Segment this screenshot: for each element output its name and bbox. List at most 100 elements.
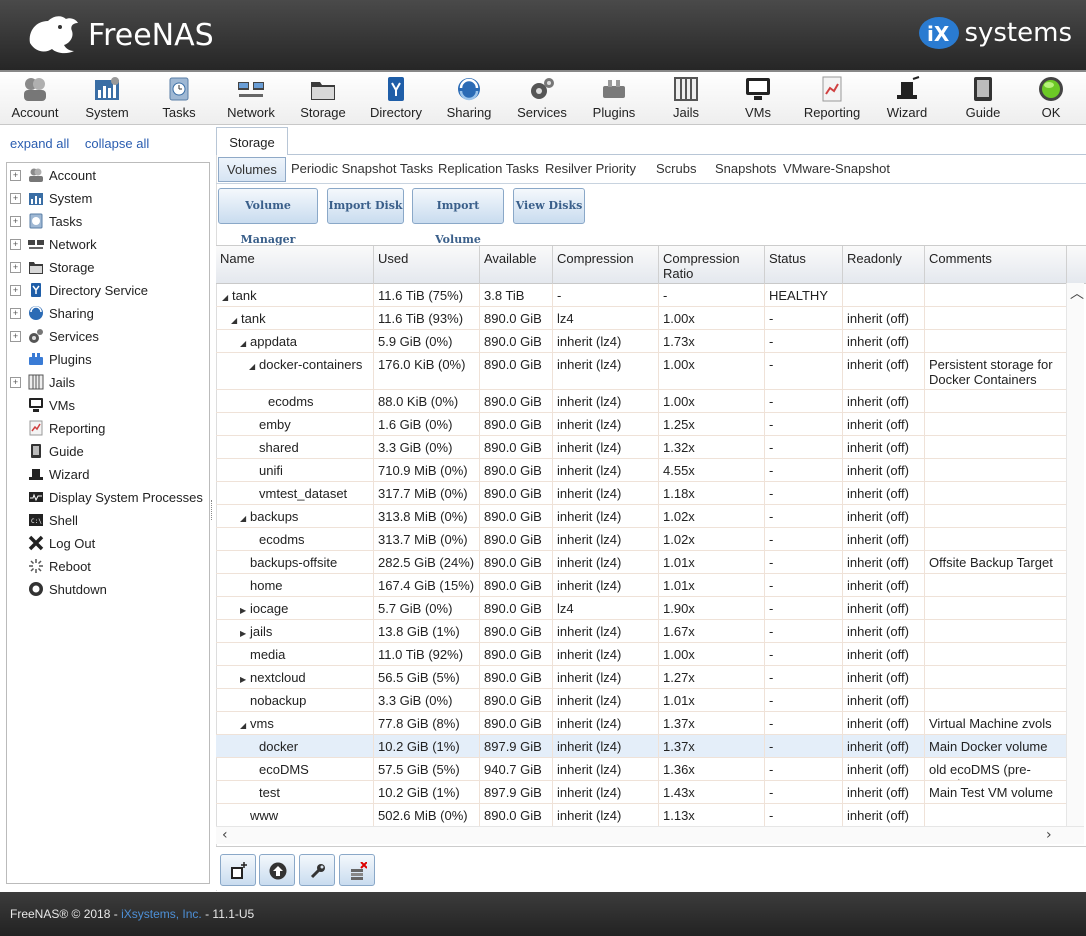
table-row[interactable]: ◢ tank 11.6 TiB (93%) 890.0 GiB lz4 1.00x - inh… xyxy=(216,307,1067,330)
tree-item-network[interactable]: + Network xyxy=(7,234,97,254)
table-row[interactable]: ▶ iocage 5.7 GiB (0%) 890.0 GiB lz4 1.90x - inh… xyxy=(216,597,1067,620)
column-header-used[interactable]: Used xyxy=(374,246,480,284)
table-row[interactable]: vmtest_dataset 317.7 MiB (0%) 890.0 GiB inh… xyxy=(216,482,1067,505)
tree-item-jails[interactable]: + Jails xyxy=(7,372,75,392)
panel-splitter[interactable] xyxy=(211,500,213,520)
create-dataset-button[interactable] xyxy=(220,854,256,886)
table-row[interactable]: shared 3.3 GiB (0%) 890.0 GiB inherit (lz4)… xyxy=(216,436,1067,459)
toolbar-wizard[interactable]: Wizard xyxy=(872,76,942,124)
expand-arrow-icon[interactable]: ▶ xyxy=(240,672,250,687)
tree-item-shell[interactable]: C:\ Shell xyxy=(7,510,78,530)
tree-item-wizard[interactable]: Wizard xyxy=(7,464,89,484)
collapse-all-link[interactable]: collapse all xyxy=(85,136,149,151)
toolbar-status-ok[interactable]: OK xyxy=(1016,76,1086,124)
tree-item-reboot[interactable]: Reboot xyxy=(7,556,91,576)
column-header-compression-ratio[interactable]: Compression Ratio xyxy=(659,246,765,284)
toolbar-directory[interactable]: Directory xyxy=(361,76,431,124)
tab-storage[interactable]: Storage xyxy=(216,127,288,155)
tree-item-plugins[interactable]: Plugins xyxy=(7,349,92,369)
collapse-arrow-icon[interactable]: ◢ xyxy=(231,313,241,328)
tree-item-log-out[interactable]: Log Out xyxy=(7,533,95,553)
column-header-name[interactable]: Name xyxy=(216,246,374,284)
toolbar-guide[interactable]: Guide xyxy=(948,76,1018,124)
scroll-up-icon[interactable]: ︿ xyxy=(1070,283,1084,303)
expand-arrow-icon[interactable]: ▶ xyxy=(240,603,250,618)
table-row[interactable]: unifi 710.9 MiB (0%) 890.0 GiB inherit (lz4… xyxy=(216,459,1067,482)
column-header-available[interactable]: Available xyxy=(480,246,553,284)
table-row[interactable]: ◢ tank 11.6 TiB (75%) 3.8 TiB - - HEALTHY xyxy=(216,284,1067,307)
tree-item-vms[interactable]: VMs xyxy=(7,395,75,415)
toolbar-jails[interactable]: Jails xyxy=(651,76,721,124)
expand-arrow-icon[interactable]: ▶ xyxy=(240,626,250,641)
column-header-comments[interactable]: Comments xyxy=(925,246,1067,284)
toolbar-account[interactable]: Account xyxy=(0,76,70,124)
collapse-arrow-icon[interactable]: ◢ xyxy=(240,511,250,526)
table-row[interactable]: ecodms 88.0 KiB (0%) 890.0 GiB inherit (lz4… xyxy=(216,390,1067,413)
tree-item-reporting[interactable]: Reporting xyxy=(7,418,105,438)
toolbar-sharing[interactable]: Sharing xyxy=(434,76,504,124)
table-row[interactable]: docker 10.2 GiB (1%) 897.9 GiB inherit (lz4… xyxy=(216,735,1067,758)
table-row[interactable]: ▶ nextcloud 56.5 GiB (5%) 890.0 GiB inherit … xyxy=(216,666,1067,689)
table-row[interactable]: home 167.4 GiB (15%) 890.0 GiB inherit (lz4… xyxy=(216,574,1067,597)
toolbar-network[interactable]: Network xyxy=(216,76,286,124)
expand-icon[interactable]: + xyxy=(10,169,21,181)
scroll-left-icon[interactable]: ‹ xyxy=(222,827,228,843)
collapse-arrow-icon[interactable]: ◢ xyxy=(222,290,232,305)
import-volume-button[interactable]: Import Volume xyxy=(412,188,504,246)
tree-item-shutdown[interactable]: Shutdown xyxy=(7,579,107,599)
tree-item-system[interactable]: + System xyxy=(7,188,92,208)
table-row[interactable]: emby 1.6 GiB (0%) 890.0 GiB inherit (lz4) 1.… xyxy=(216,413,1067,436)
tree-item-services[interactable]: + Services xyxy=(7,326,99,346)
tree-item-sharing[interactable]: + Sharing xyxy=(7,303,94,323)
toolbar-reporting[interactable]: Reporting xyxy=(797,76,867,124)
detach-volume-button[interactable] xyxy=(339,854,375,886)
table-row[interactable]: ▶ jails 13.8 GiB (1%) 890.0 GiB inherit (lz4… xyxy=(216,620,1067,643)
tree-item-account[interactable]: + Account xyxy=(7,165,96,185)
table-row[interactable]: ◢ docker-containers 176.0 KiB (0%) 890.0 Gi… xyxy=(216,353,1067,390)
table-row[interactable]: ◢ backups 313.8 MiB (0%) 890.0 GiB inherit (… xyxy=(216,505,1067,528)
table-row[interactable]: www 502.6 MiB (0%) 890.0 GiB inherit (lz4) 1… xyxy=(216,804,1067,826)
tree-item-display-system-processes[interactable]: Display System Processes xyxy=(7,487,203,507)
subtab-periodic-snapshot-tasks[interactable]: Periodic Snapshot Tasks xyxy=(291,157,433,182)
view-disks-button[interactable]: View Disks xyxy=(513,188,585,224)
horizontal-scrollbar[interactable]: ‹ › xyxy=(216,826,1084,844)
expand-icon[interactable]: + xyxy=(10,376,21,388)
tree-item-tasks[interactable]: + Tasks xyxy=(7,211,82,231)
toolbar-storage[interactable]: Storage xyxy=(288,76,358,124)
table-row[interactable]: ecoDMS 57.5 GiB (5%) 940.7 GiB inherit (lz4… xyxy=(216,758,1067,781)
import-disk-button[interactable]: Import Disk xyxy=(327,188,404,224)
edit-options-button[interactable] xyxy=(299,854,335,886)
column-header-status[interactable]: Status xyxy=(765,246,843,284)
subtab-snapshots[interactable]: Snapshots xyxy=(715,157,776,182)
collapse-arrow-icon[interactable]: ◢ xyxy=(240,336,250,351)
volume-manager-button[interactable]: Volume Manager xyxy=(218,188,318,246)
table-row[interactable]: backups-offsite 282.5 GiB (24%) 890.0 GiB i… xyxy=(216,551,1067,574)
upgrade-volume-button[interactable] xyxy=(259,854,295,886)
toolbar-tasks[interactable]: Tasks xyxy=(144,76,214,124)
scroll-right-icon[interactable]: › xyxy=(1046,827,1052,843)
toolbar-system[interactable]: System xyxy=(72,76,142,124)
table-row[interactable]: ecodms 313.7 MiB (0%) 890.0 GiB inherit (lz… xyxy=(216,528,1067,551)
table-row[interactable]: ◢ appdata 5.9 GiB (0%) 890.0 GiB inherit (lz… xyxy=(216,330,1067,353)
expand-icon[interactable]: + xyxy=(10,192,21,204)
expand-icon[interactable]: + xyxy=(10,261,21,273)
expand-icon[interactable]: + xyxy=(10,215,21,227)
table-row[interactable]: media 11.0 TiB (92%) 890.0 GiB inherit (lz4… xyxy=(216,643,1067,666)
table-row[interactable]: ◢ vms 77.8 GiB (8%) 890.0 GiB inherit (lz4) 1… xyxy=(216,712,1067,735)
tree-item-storage[interactable]: + Storage xyxy=(7,257,95,277)
toolbar-plugins[interactable]: Plugins xyxy=(579,76,649,124)
tree-item-directory-service[interactable]: + Directory Service xyxy=(7,280,148,300)
expand-icon[interactable]: + xyxy=(10,307,21,319)
subtab-replication-tasks[interactable]: Replication Tasks xyxy=(438,157,539,182)
subtab-scrubs[interactable]: Scrubs xyxy=(656,157,696,182)
table-row[interactable]: test 10.2 GiB (1%) 897.9 GiB inherit (lz4) 1… xyxy=(216,781,1067,804)
subtab-vmware-snapshot[interactable]: VMware-Snapshot xyxy=(783,157,890,182)
toolbar-vms[interactable]: VMs xyxy=(723,76,793,124)
expand-all-link[interactable]: expand all xyxy=(10,136,69,151)
expand-icon[interactable]: + xyxy=(10,330,21,342)
toolbar-services[interactable]: Services xyxy=(507,76,577,124)
expand-icon[interactable]: + xyxy=(10,238,21,250)
collapse-arrow-icon[interactable]: ◢ xyxy=(240,718,250,733)
collapse-arrow-icon[interactable]: ◢ xyxy=(249,359,259,374)
tree-item-guide[interactable]: Guide xyxy=(7,441,84,461)
